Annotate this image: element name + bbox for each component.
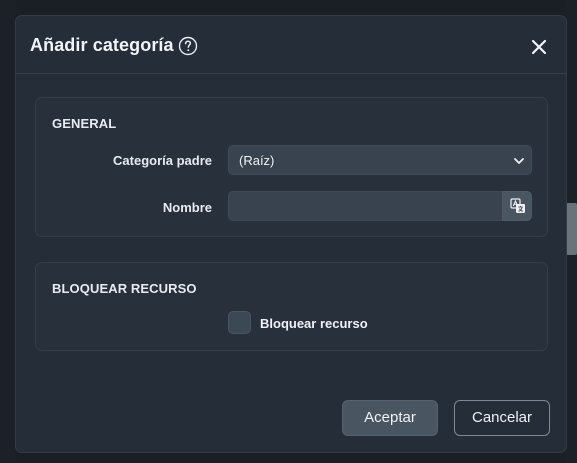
chevron-down-icon (514, 158, 524, 164)
accept-button[interactable]: Aceptar (342, 400, 438, 436)
question-circle-icon[interactable] (178, 36, 198, 56)
parent-category-value: (Raíz) (239, 153, 275, 168)
parent-category-label: Categoría padre (113, 153, 212, 168)
translate-icon (510, 198, 525, 213)
backdrop-left (0, 0, 16, 463)
dialog-title: Añadir categoría (30, 35, 174, 55)
name-input[interactable] (228, 191, 502, 221)
lock-resource-checkbox[interactable] (228, 311, 251, 334)
general-section: GENERAL Categoría padre (Raíz) Nombre (35, 97, 548, 237)
cancel-button[interactable]: Cancelar (454, 400, 550, 436)
translate-button[interactable] (502, 191, 532, 221)
background-scrollbar (566, 203, 577, 255)
name-label: Nombre (162, 200, 212, 215)
add-category-dialog: Añadir categoría GENERAL Categoría padre… (15, 15, 567, 453)
lock-resource-section: BLOQUEAR RECURSO Bloquear recurso (35, 262, 548, 351)
parent-category-select[interactable]: (Raíz) (228, 145, 532, 175)
lock-section-title: BLOQUEAR RECURSO (52, 281, 197, 296)
dialog-header: Añadir categoría (16, 16, 566, 74)
close-icon[interactable] (528, 36, 550, 58)
lock-resource-label[interactable]: Bloquear recurso (260, 316, 368, 331)
general-section-title: GENERAL (52, 116, 117, 131)
